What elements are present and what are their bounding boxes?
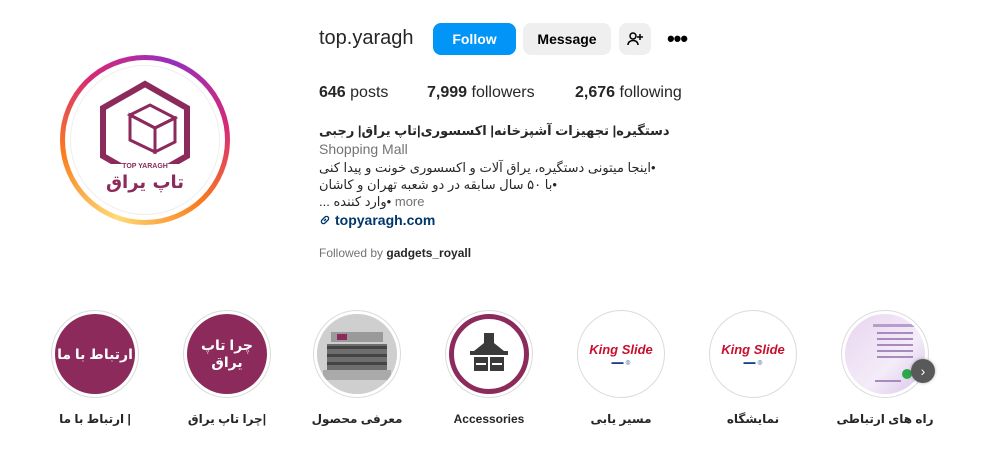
highlight-label: |چرا تاپ یراق (187, 412, 267, 426)
brand-logo-icon: TOP YARAGH تاپ یراق (100, 80, 190, 193)
highlight-directions[interactable]: King Slide ▬▬ ◎ مسیر یابی (561, 310, 681, 426)
follow-button[interactable]: Follow (433, 23, 516, 55)
bio-line-2: •با ۵۰ سال سابقه در دو شعبه تهران و کاشا… (319, 177, 557, 192)
add-person-icon (627, 32, 643, 46)
more-options-button[interactable]: ••• (660, 23, 694, 55)
highlight-label: نمایشگاه (726, 412, 780, 426)
highlight-ring (313, 310, 401, 398)
kitchen-hood-icon (470, 333, 508, 371)
suggested-users-button[interactable] (619, 23, 651, 55)
highlight-label: | ارتباط با ما (59, 412, 131, 426)
posts-label: posts (350, 84, 389, 101)
followed-by-prefix: Followed by (319, 246, 384, 260)
highlight-ring: King Slide ▬▬ ◎ (577, 310, 665, 398)
followed-by[interactable]: Followed by gadgets_royall (319, 246, 471, 260)
kingslide-logo-text: King Slide (721, 342, 785, 357)
profile-username: top.yaragh (319, 27, 414, 49)
kingslide-sub-icon: ▬▬ ◎ (743, 360, 763, 366)
highlight-cover: چرا تاپ یراق (187, 314, 267, 394)
highlight-label: مسیر یابی (590, 412, 652, 426)
highlight-cover-text: چرا تاپ یراق (200, 337, 254, 370)
profile-avatar: TOP YARAGH تاپ یراق (70, 65, 220, 215)
bio-line-3-row: •وارد کننده ... more (319, 194, 425, 210)
highlight-ring: King Slide ▬▬ ◎ (709, 310, 797, 398)
highlight-cover (449, 314, 529, 394)
highlight-contact-us[interactable]: ارتباط با ما | ارتباط با ما (35, 310, 155, 426)
logo-fa-text: تاپ یراق (106, 172, 184, 193)
bio-line-3: •وارد کننده ... (319, 194, 392, 209)
following-count: 2,676 (575, 84, 616, 101)
profile-avatar-ring[interactable]: TOP YARAGH تاپ یراق (60, 55, 230, 225)
highlight-why-top-yaragh[interactable]: چرا تاپ یراق |چرا تاپ یراق (167, 310, 287, 426)
posts-count: 646 (319, 84, 346, 101)
highlight-ring: ارتباط با ما (51, 310, 139, 398)
bio-category: Shopping Mall (319, 141, 408, 157)
highlights-next-button[interactable]: › (911, 359, 935, 383)
bio-more-link[interactable]: more (395, 194, 425, 209)
contact-card-icon (873, 324, 917, 382)
kingslide-sub-icon: ▬▬ ◎ (611, 360, 631, 366)
avatar-inner: TOP YARAGH تاپ یراق (65, 60, 225, 220)
highlight-cover: King Slide ▬▬ ◎ (713, 314, 793, 394)
kingslide-logo-text: King Slide (589, 342, 653, 357)
highlight-ring (841, 310, 929, 398)
followers-label: followers (471, 84, 535, 101)
followers-count: 7,999 (427, 84, 468, 101)
highlight-cover (317, 314, 397, 394)
link-icon (320, 215, 330, 225)
bio-line-1: •اینجا میتونی دستگیره، یراق آلات و اکسسو… (319, 160, 656, 175)
highlight-product-intro[interactable]: معرفی محصول (297, 310, 417, 426)
bio-title: دستگیره| تجهیزات آشپزخانه| اکسسوری|تاپ ی… (319, 123, 670, 138)
product-photo-icon (317, 314, 397, 394)
highlight-label: معرفی محصول (311, 412, 403, 426)
bio-link-text: topyaragh.com (335, 212, 436, 228)
followers-stat[interactable]: 7,999 followers (427, 84, 535, 102)
highlight-ring (445, 310, 533, 398)
highlight-exhibition[interactable]: King Slide ▬▬ ◎ نمایشگاه (693, 310, 813, 426)
highlight-cover-text: ارتباط با ما (57, 345, 133, 362)
highlight-label: راه های ارتباطی (836, 412, 934, 426)
posts-stat: 646 posts (319, 84, 388, 102)
message-button[interactable]: Message (523, 23, 611, 55)
highlight-ring: چرا تاپ یراق (183, 310, 271, 398)
following-stat[interactable]: 2,676 following (575, 84, 682, 102)
chevron-right-icon: › (920, 363, 926, 379)
highlight-cover: King Slide ▬▬ ◎ (581, 314, 661, 394)
highlight-accessories[interactable]: Accessories (429, 310, 549, 426)
highlight-label: Accessories (453, 412, 525, 426)
bio-website-link[interactable]: topyaragh.com (319, 212, 435, 228)
followed-by-user: gadgets_royall (386, 246, 472, 260)
highlight-cover (845, 314, 925, 394)
highlight-cover: ارتباط با ما (55, 314, 135, 394)
logo-text: TOP YARAGH (122, 163, 168, 170)
more-dots-icon: ••• (666, 26, 688, 51)
following-label: following (619, 84, 682, 101)
